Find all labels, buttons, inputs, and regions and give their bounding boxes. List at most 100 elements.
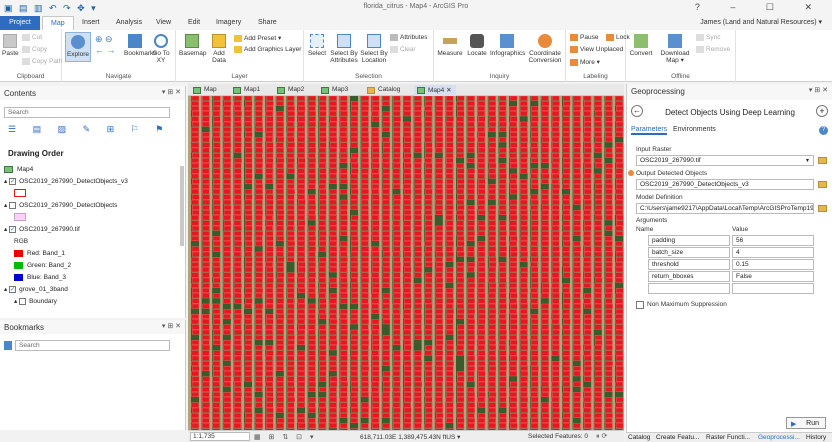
tab-history[interactable]: History xyxy=(806,434,832,441)
tab-insert[interactable]: Insert xyxy=(74,16,108,30)
select-by-location-button[interactable]: Select By Location xyxy=(360,34,388,64)
folder-icon[interactable] xyxy=(818,205,827,212)
selection-group-label: Selection xyxy=(355,73,382,80)
tab-parameters[interactable]: Parameters xyxy=(631,126,668,135)
folder-icon[interactable] xyxy=(818,181,827,188)
model-definition-field[interactable]: C:\Users\jame9217\AppData\Local\Temp\Arc… xyxy=(636,203,814,214)
measure-button[interactable]: Measure xyxy=(436,34,464,57)
layer-raster-tif[interactable]: ▴ ✓ OSC2019_267990.tif xyxy=(0,224,180,236)
tab-map[interactable]: Map xyxy=(42,16,74,30)
pane-controls[interactable]: ▾ ⊞ ✕ xyxy=(162,322,181,330)
map-canvas[interactable] xyxy=(188,96,624,430)
folder-icon[interactable] xyxy=(818,157,827,164)
help-icon[interactable]: ? xyxy=(819,126,828,135)
pause-labeling-button[interactable]: Pause xyxy=(570,34,598,41)
tab-catalog[interactable]: Catalog xyxy=(628,434,650,441)
graphics-layer-icon xyxy=(234,46,242,53)
add-preset-button[interactable]: Add Preset ▾ xyxy=(234,34,281,42)
cut-button[interactable]: Cut xyxy=(22,34,42,41)
chevron-down-icon[interactable]: ▾ xyxy=(806,157,809,164)
explore-button[interactable]: Explore xyxy=(65,32,91,62)
symbol-detect[interactable] xyxy=(0,212,180,224)
group-clipboard: Paste Cut Copy Copy Path Clipboard xyxy=(0,30,62,82)
bookmarks-search-input[interactable]: Search xyxy=(15,340,170,351)
layer-grove[interactable]: ▴ ✓ grove_01_3band xyxy=(0,284,180,296)
locate-button[interactable]: Locate xyxy=(466,34,488,57)
tab-edit[interactable]: Edit xyxy=(180,16,208,30)
tab-view[interactable]: View xyxy=(148,16,179,30)
infographics-button[interactable]: Infographics xyxy=(490,34,525,57)
map-tab-map3[interactable]: Map3 xyxy=(318,85,352,96)
remove-button[interactable]: Remove xyxy=(696,46,730,53)
labeling-group-label: Labeling xyxy=(583,73,608,80)
contents-search-input[interactable]: Search xyxy=(4,107,170,118)
args-name-header: Name xyxy=(636,226,654,233)
map-tab-map1[interactable]: Map1 xyxy=(230,85,264,96)
layer-visibility-checkbox[interactable]: ✓ xyxy=(9,225,17,233)
layer-visibility-checkbox[interactable]: ✓ xyxy=(9,177,17,185)
tab-geoprocessing[interactable]: Geoprocessi... xyxy=(758,434,800,441)
scale-selector[interactable]: 1:1,735 xyxy=(190,432,250,441)
tab-raster-functions[interactable]: Raster Functi... xyxy=(706,434,750,441)
select-button[interactable]: Select xyxy=(306,34,328,57)
input-raster-dropdown[interactable]: OSC2019_267990.tif xyxy=(636,155,814,166)
tab-project[interactable]: Project xyxy=(0,16,40,30)
map-tab-map4[interactable]: Map4 ✕ xyxy=(414,85,456,96)
coordinate-conversion-button[interactable]: Coordinate Conversion xyxy=(528,34,562,64)
paste-button[interactable]: Paste xyxy=(2,34,19,57)
bookmarks-toolbar-icon[interactable] xyxy=(4,341,12,350)
map-tab-catalog[interactable]: Catalog xyxy=(364,85,404,96)
add-graphics-layer-button[interactable]: Add Graphics Layer xyxy=(234,46,301,53)
bookmarks-button[interactable]: Bookmarks xyxy=(124,34,157,57)
sync-button[interactable]: Sync xyxy=(696,34,720,41)
view-unplaced-button[interactable]: View Unplaced xyxy=(570,46,623,53)
select-by-attributes-button[interactable]: Select By Attributes xyxy=(330,34,358,64)
window-controls[interactable]: ? – ☐ ✕ xyxy=(695,2,826,13)
arg-value-cell[interactable]: 0.15 xyxy=(732,259,814,270)
arg-value-cell[interactable]: 56 xyxy=(732,235,814,246)
symbol-detect-v3[interactable] xyxy=(0,188,180,200)
run-button[interactable]: ▶ Run xyxy=(786,417,826,429)
copy-path-button[interactable]: Copy Path xyxy=(22,58,62,65)
contents-scrollbar[interactable] xyxy=(180,166,184,246)
layer-map4[interactable]: Map4 xyxy=(0,164,180,176)
contents-view-toolbar[interactable]: ☰ ▤ ▨ ✎ ⊞ ⚐ ⚑ xyxy=(8,124,170,135)
tab-share[interactable]: Share xyxy=(250,16,285,30)
layer-visibility-checkbox[interactable] xyxy=(19,297,27,305)
clear-selection-button[interactable]: Clear xyxy=(390,46,416,53)
go-to-xy-button[interactable]: Go To XY xyxy=(150,34,172,64)
pause-refresh-icons[interactable]: ⏸ ⟳ xyxy=(596,432,607,441)
layer-boundary[interactable]: ▴ Boundary xyxy=(0,296,180,308)
more-labeling-button[interactable]: More ▾ xyxy=(570,58,600,66)
map-tab-map2[interactable]: Map2 xyxy=(274,85,308,96)
layer-detect[interactable]: ▴ OSC2019_267990_DetectObjects xyxy=(0,200,180,212)
warning-icon xyxy=(628,170,634,176)
arg-value-cell[interactable] xyxy=(732,283,814,294)
tab-imagery[interactable]: Imagery xyxy=(208,16,249,30)
add-data-button[interactable]: Add Data xyxy=(208,34,230,64)
tab-create-features[interactable]: Create Featu... xyxy=(656,434,699,441)
arg-value-cell[interactable]: False xyxy=(732,271,814,282)
map-tab-map[interactable]: Map xyxy=(190,85,221,96)
nms-checkbox[interactable] xyxy=(636,301,644,309)
attributes-button[interactable]: Attributes xyxy=(390,34,427,41)
arg-value-cell[interactable]: 4 xyxy=(732,247,814,258)
layer-visibility-checkbox[interactable]: ✓ xyxy=(9,285,17,293)
layer-visibility-checkbox[interactable] xyxy=(9,201,17,209)
output-field[interactable]: OSC2019_267990_DetectObjects_v3 xyxy=(636,179,814,190)
pane-controls[interactable]: ▾ ⊞ ✕ xyxy=(162,88,181,96)
copy-button[interactable]: Copy xyxy=(22,46,47,53)
convert-button[interactable]: Convert xyxy=(628,34,654,57)
user-account[interactable]: James (Land and Natural Resources) ▾ xyxy=(700,18,822,26)
tab-environments[interactable]: Environments xyxy=(673,126,716,133)
layer-tree: Map4 ▴ ✓ OSC2019_267990_DetectObjects_v3 … xyxy=(0,164,180,308)
view-tools-icons[interactable]: ▦ ⊞ ⇅ ⊡ ▾ xyxy=(254,433,317,441)
add-icon[interactable]: + xyxy=(816,105,828,117)
layer-detect-v3[interactable]: ▴ ✓ OSC2019_267990_DetectObjects_v3 xyxy=(0,176,180,188)
basemap-button[interactable]: Basemap xyxy=(179,34,206,57)
zoom-nav-icons[interactable]: ⊕ ⊖ ← → xyxy=(95,34,116,56)
tab-analysis[interactable]: Analysis xyxy=(108,16,150,30)
download-map-button[interactable]: Download Map ▾ xyxy=(658,34,692,64)
pane-controls[interactable]: ▾ ⊞ ✕ xyxy=(809,86,828,94)
pink-swatch xyxy=(14,213,26,222)
